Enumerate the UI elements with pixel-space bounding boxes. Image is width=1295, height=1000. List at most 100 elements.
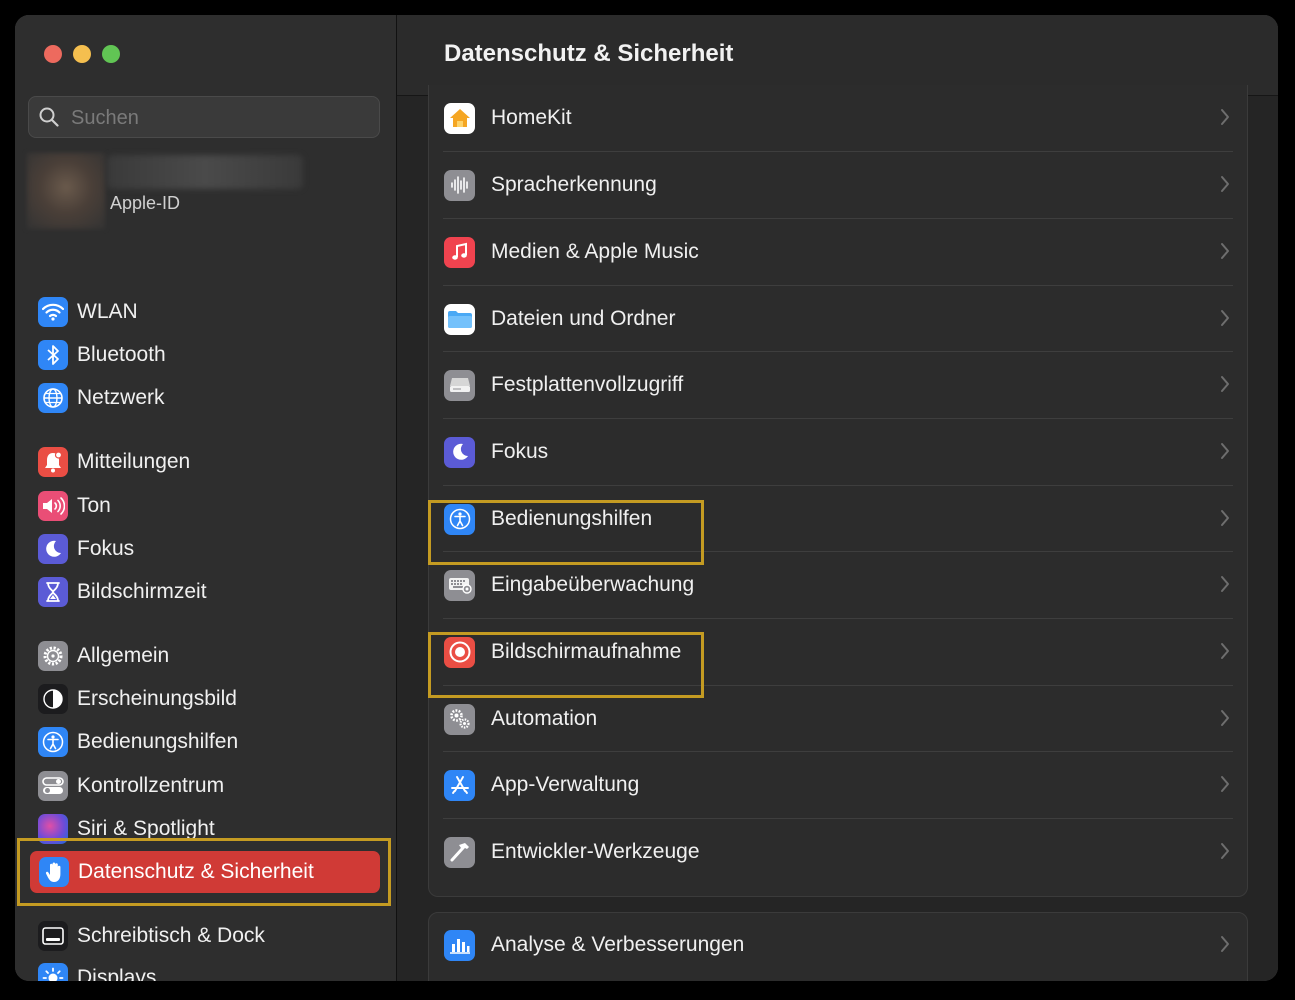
appstore-icon — [444, 769, 475, 801]
search-icon — [39, 107, 59, 127]
sun-icon — [38, 963, 68, 981]
chevron-right-icon — [1221, 510, 1229, 526]
sidebar-item-bildschirmzeit[interactable]: Bildschirmzeit — [29, 573, 379, 611]
chevron-right-icon — [1221, 576, 1229, 592]
search-input[interactable] — [69, 97, 373, 139]
sidebar-item-allgemein[interactable]: Allgemein — [29, 637, 379, 675]
toolbar: Datenschutz & Sicherheit — [397, 15, 1278, 96]
disk-icon — [444, 369, 475, 401]
list-item-dateien-und-ordner[interactable]: Dateien und Ordner — [429, 286, 1247, 352]
sidebar-item-label: Kontrollzentrum — [77, 774, 225, 797]
apple-id-item[interactable]: Apple-ID — [27, 153, 307, 229]
avatar — [27, 153, 105, 229]
chevron-right-icon — [1221, 776, 1229, 792]
list-item-label: Dateien und Ordner — [491, 307, 676, 330]
list-item-analyse-verbesserungen[interactable]: Analyse & Verbesserungen — [429, 912, 1247, 978]
list-item-label: Bildschirmaufnahme — [491, 640, 682, 663]
sidebar-item-label: Displays — [77, 966, 157, 981]
dock-icon — [38, 921, 68, 951]
analytics-list: Analyse & Verbesserungen — [428, 912, 1248, 981]
sidebar-item-erscheinungsbild[interactable]: Erscheinungsbild — [29, 680, 379, 718]
bell-icon — [38, 447, 68, 477]
accessibility-icon — [38, 727, 68, 757]
home-icon — [444, 102, 475, 134]
sidebar-item-label: Fokus — [77, 537, 135, 560]
search-field[interactable] — [28, 96, 380, 139]
list-item-festplattenvollzugriff[interactable]: Festplattenvollzugriff — [429, 352, 1247, 418]
page-title: Datenschutz & Sicherheit — [444, 40, 734, 67]
chevron-right-icon — [1221, 643, 1229, 659]
chart-icon — [444, 929, 475, 961]
hammer-icon — [444, 836, 475, 868]
list-item-label: HomeKit — [491, 106, 572, 129]
sidebar-item-mitteilungen[interactable]: Mitteilungen — [29, 443, 379, 481]
sidebar-item-ton[interactable]: Ton — [29, 487, 379, 525]
gears-icon — [444, 703, 475, 735]
sidebar-item-label: Netzwerk — [77, 386, 165, 409]
list-item-bildschirmaufnahme[interactable]: Bildschirmaufnahme — [429, 619, 1247, 685]
list-item-label: Eingabeüberwachung — [491, 573, 695, 596]
list-item-medien-apple-music[interactable]: Medien & Apple Music — [429, 219, 1247, 285]
sidebar-item-siri-spotlight[interactable]: Siri & Spotlight — [29, 810, 379, 848]
sidebar-item-label: Bedienungshilfen — [77, 730, 239, 753]
list-item-label: Festplattenvollzugriff — [491, 373, 684, 396]
list-item-spracherkennung[interactable]: Spracherkennung — [429, 152, 1247, 218]
waveform-icon — [444, 169, 475, 201]
list-item-label: Medien & Apple Music — [491, 240, 699, 263]
list-item-fokus[interactable]: Fokus — [429, 419, 1247, 485]
list-item-label: Bedienungshilfen — [491, 507, 653, 530]
list-item-label: Analyse & Verbesserungen — [491, 933, 745, 956]
chevron-right-icon — [1221, 310, 1229, 326]
list-item-automation[interactable]: Automation — [429, 686, 1247, 752]
moon-icon — [38, 534, 68, 564]
list-item-label: Entwickler-Werkzeuge — [491, 840, 700, 863]
sidebar-item-label: Mitteilungen — [77, 450, 191, 473]
sidebar-item-netzwerk[interactable]: Netzwerk — [29, 379, 379, 417]
chevron-right-icon — [1221, 443, 1229, 459]
minimize-window-button[interactable] — [73, 45, 91, 63]
siri-icon — [38, 814, 68, 844]
record-icon — [444, 636, 475, 668]
gear-icon — [38, 641, 68, 671]
account-name-redacted — [107, 155, 303, 189]
sidebar-item-displays[interactable]: Displays — [29, 959, 379, 981]
chevron-right-icon — [1221, 109, 1229, 125]
sidebar-item-kontrollzentrum[interactable]: Kontrollzentrum — [29, 767, 379, 805]
list-item-bedienungshilfen[interactable]: Bedienungshilfen — [429, 486, 1247, 552]
sidebar-item-schreibtisch-dock[interactable]: Schreibtisch & Dock — [29, 917, 379, 955]
hourglass-icon — [38, 577, 68, 607]
sidebar-item-label: Allgemein — [77, 644, 170, 667]
list-item-eingabeueberwachung[interactable]: Eingabeüberwachung — [429, 552, 1247, 618]
sidebar-item-bedienungshilfen[interactable]: Bedienungshilfen — [29, 723, 379, 761]
bluetooth-icon — [38, 340, 68, 370]
folder-icon — [444, 303, 475, 335]
hand-icon — [39, 857, 69, 887]
list-item-label: Automation — [491, 707, 598, 730]
sidebar-item-label: Erscheinungsbild — [77, 687, 237, 710]
close-window-button[interactable] — [44, 45, 62, 63]
zoom-window-button[interactable] — [102, 45, 120, 63]
sidebar-item-fokus[interactable]: Fokus — [29, 530, 379, 568]
list-item-app-verwaltung[interactable]: App-Verwaltung — [429, 752, 1247, 818]
chevron-right-icon — [1221, 710, 1229, 726]
window-controls — [44, 45, 120, 63]
moon-icon — [444, 436, 475, 468]
list-item-label: Fokus — [491, 440, 549, 463]
music-note-icon — [444, 236, 475, 268]
sidebar-item-bluetooth[interactable]: Bluetooth — [29, 336, 379, 374]
globe-icon — [38, 383, 68, 413]
sidebar-item-wlan[interactable]: WLAN — [29, 293, 379, 331]
list-item-label: App-Verwaltung — [491, 773, 640, 796]
list-item-label: Spracherkennung — [491, 173, 657, 196]
settings-window: Apple-ID WLAN Bluetooth — [15, 15, 1278, 981]
wifi-icon — [38, 297, 68, 327]
sidebar-item-label: WLAN — [77, 300, 138, 323]
speaker-icon — [38, 491, 68, 521]
appearance-icon — [38, 684, 68, 714]
toggles-icon — [38, 771, 68, 801]
list-item-homekit[interactable]: HomeKit — [429, 85, 1247, 151]
chevron-right-icon — [1221, 176, 1229, 192]
sidebar-item-label: Ton — [77, 494, 111, 517]
list-item-entwickler-werkzeuge[interactable]: Entwickler-Werkzeuge — [429, 819, 1247, 885]
sidebar-item-datenschutz-sicherheit[interactable]: Datenschutz & Sicherheit — [30, 851, 380, 893]
